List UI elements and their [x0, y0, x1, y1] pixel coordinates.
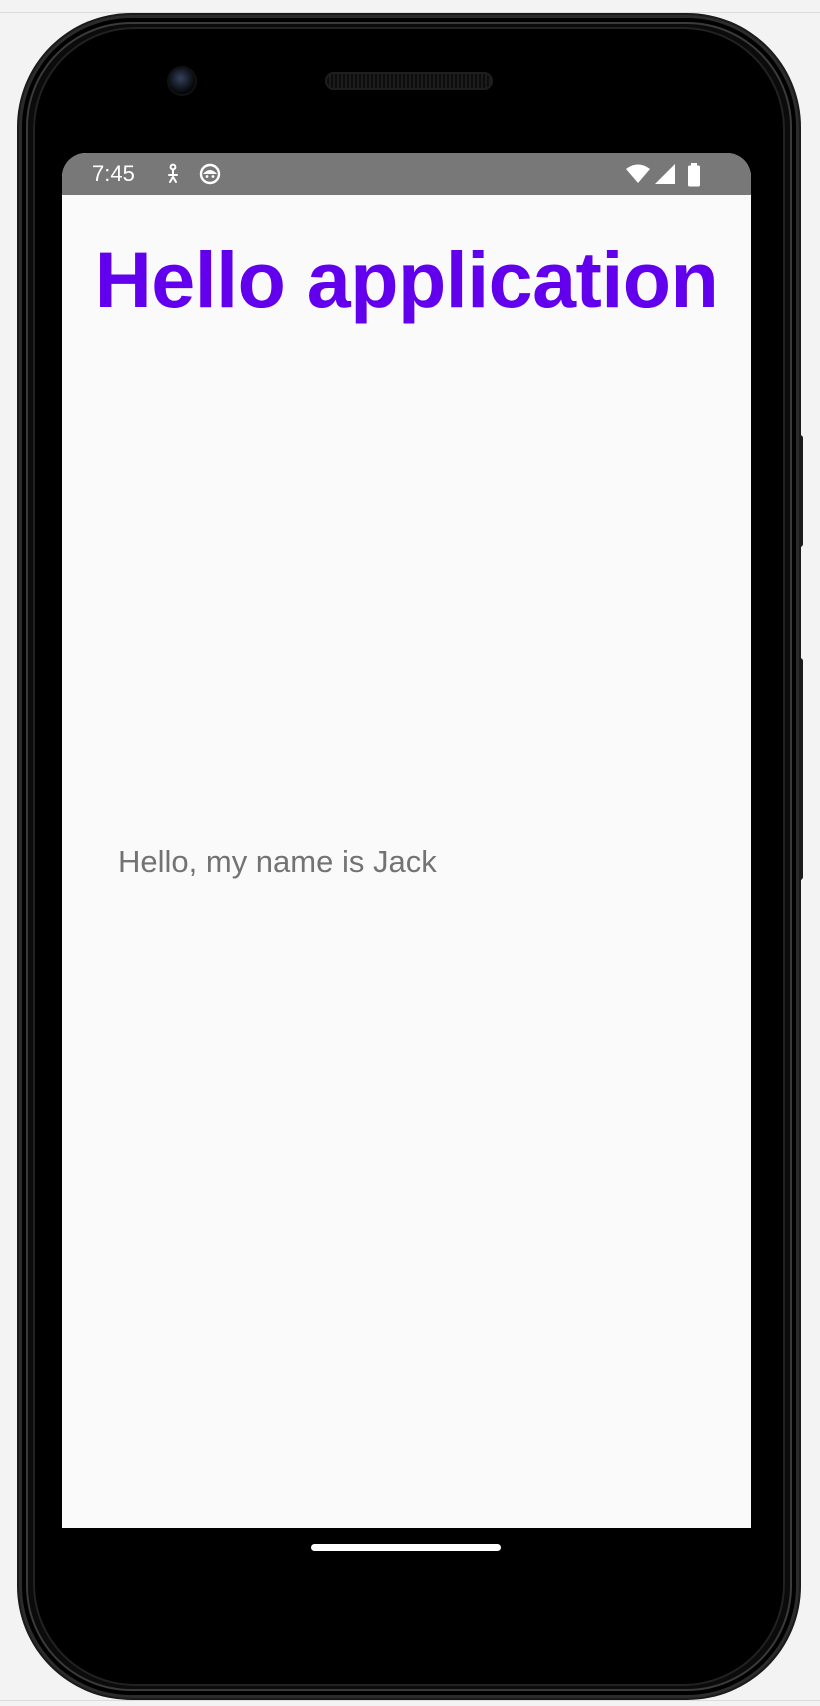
front-camera: [169, 68, 195, 94]
window-bottom-divider: [0, 1700, 820, 1701]
earpiece-speaker: [325, 72, 493, 90]
device-screen: 7:45 Hello application Hello, my name is…: [62, 153, 751, 1528]
status-bar: 7:45: [62, 153, 751, 195]
battery-icon: [687, 163, 701, 187]
app-title: Hello application: [94, 235, 719, 324]
accessibility-icon: [162, 163, 184, 185]
status-time: 7:45: [92, 161, 135, 186]
signal-icon: [653, 163, 677, 185]
window-top-divider: [0, 12, 820, 13]
android-icon: [198, 163, 222, 185]
emulator-canvas: 7:45 Hello application Hello, my name is…: [0, 0, 820, 1706]
home-gesture-bar[interactable]: [311, 1544, 501, 1551]
wifi-icon: [625, 163, 651, 185]
greeting-text: Hello, my name is Jack: [118, 844, 437, 879]
